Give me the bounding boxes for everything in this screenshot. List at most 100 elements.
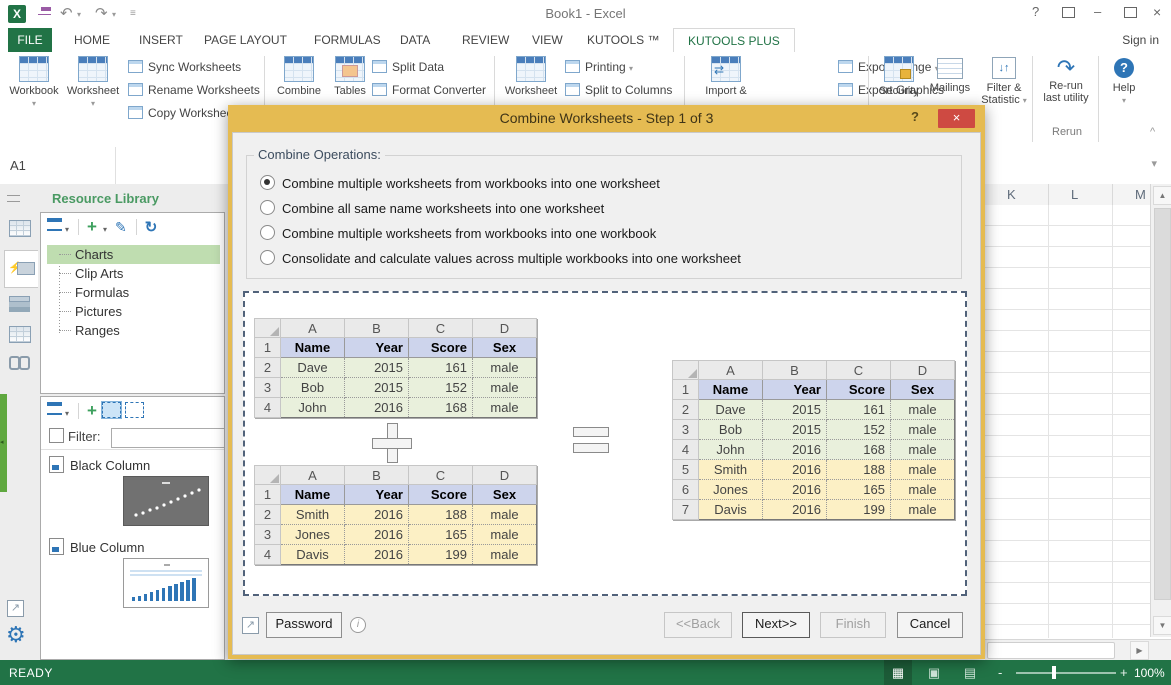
menu-icon[interactable]	[47, 402, 62, 415]
ribbon-rename-worksheets-button[interactable]: Rename Worksheets	[128, 80, 260, 100]
dropdown-arrow-icon[interactable]: ▾	[65, 225, 69, 234]
ribbon-filter-statistic-button[interactable]: ↓↑ Filter & Statistic ▾	[978, 56, 1030, 106]
sheet-grid[interactable]	[985, 205, 1150, 638]
blue-column-thumbnail[interactable]	[123, 558, 209, 608]
tab-view[interactable]: VIEW	[526, 28, 569, 52]
scroll-down-icon[interactable]: ▼	[1153, 616, 1171, 635]
option-combine-into-one-workbook[interactable]: Combine multiple worksheets from workboo…	[260, 225, 656, 241]
edit-icon[interactable]: ✎	[115, 219, 127, 235]
list-item-blue-column[interactable]: Blue Column	[49, 538, 144, 556]
tab-kutools-plus[interactable]: KUTOOLS PLUS	[673, 28, 795, 53]
ribbon-help-button[interactable]: ? Help ▾	[1102, 56, 1146, 106]
resource-library-tab[interactable]: ⚡	[4, 250, 38, 288]
add-icon[interactable]: +	[87, 217, 97, 236]
dropdown-arrow-icon[interactable]: ▾	[65, 409, 69, 418]
radio-icon[interactable]	[260, 200, 275, 215]
horizontal-scrollbar[interactable]: ▶	[985, 639, 1171, 660]
name-box[interactable]: A1	[0, 147, 116, 184]
tab-home[interactable]: HOME	[68, 28, 116, 52]
tab-kutools[interactable]: KUTOOLS ™	[581, 28, 665, 52]
settings-gear-icon[interactable]: ⚙	[6, 622, 26, 648]
ribbon-workbook-button[interactable]: Workbook ▾	[6, 56, 62, 109]
tree-item-formulas[interactable]: Formulas	[47, 283, 220, 302]
zoom-level[interactable]: 100%	[1134, 666, 1165, 680]
next-button[interactable]: Next>>	[742, 612, 810, 638]
ribbon-format-converter-button[interactable]: Format Converter	[372, 80, 486, 100]
radio-selected-icon[interactable]	[260, 175, 275, 190]
zoom-in-button[interactable]: +	[1120, 665, 1128, 680]
tab-file[interactable]: FILE	[8, 28, 52, 52]
ribbon-rerun-button[interactable]: ↷ Re-run last utility	[1036, 56, 1096, 105]
tree-item-ranges[interactable]: Ranges	[47, 321, 220, 340]
scroll-right-icon[interactable]: ▶	[1130, 641, 1149, 660]
option-combine-into-one-worksheet[interactable]: Combine multiple worksheets from workboo…	[260, 175, 660, 191]
tab-formulas[interactable]: FORMULAS	[308, 28, 387, 52]
ribbon-tables-button[interactable]: Tables	[328, 56, 372, 97]
filter-input[interactable]	[111, 428, 225, 448]
filter-checkbox[interactable]	[49, 428, 64, 443]
popout-pane-icon[interactable]: ↗	[7, 598, 24, 617]
zoom-slider-thumb[interactable]	[1052, 666, 1056, 679]
tab-page-layout[interactable]: PAGE LAYOUT	[198, 28, 293, 52]
ribbon-sync-worksheets-button[interactable]: Sync Worksheets	[128, 57, 241, 77]
ribbon-split-to-columns-button[interactable]: Split to Columns	[565, 80, 672, 100]
column-header-m[interactable]: M	[1135, 187, 1146, 202]
zoom-out-button[interactable]: -	[998, 665, 1002, 680]
worksheet-pane-icon[interactable]	[9, 220, 31, 237]
black-column-thumbnail[interactable]	[123, 476, 209, 526]
dialog-close-button[interactable]: ×	[938, 109, 975, 128]
dialog-title[interactable]: Combine Worksheets - Step 1 of 3	[228, 105, 985, 132]
ribbon-combine-button[interactable]: Combine	[272, 56, 326, 97]
insert-as-picture-icon[interactable]	[124, 402, 144, 418]
ribbon-split-data-button[interactable]: Split Data	[372, 57, 444, 77]
tab-insert[interactable]: INSERT	[133, 28, 189, 52]
ribbon-import-export-button[interactable]: ⇄ Import &	[695, 56, 757, 97]
column-header-k[interactable]: K	[1007, 187, 1016, 202]
tree-item-charts[interactable]: Charts	[47, 245, 220, 264]
layers-icon[interactable]	[9, 296, 30, 302]
option-consolidate-values[interactable]: Consolidate and calculate values across …	[260, 250, 741, 266]
vertical-scrollbar[interactable]: ▲ ▼	[1150, 184, 1171, 637]
list-item-black-column[interactable]: Black Column	[49, 456, 150, 474]
password-button[interactable]: Password	[266, 612, 342, 638]
tab-review[interactable]: REVIEW	[456, 28, 515, 52]
insert-resource-icon[interactable]	[100, 401, 122, 419]
collapsed-pane-bar[interactable]: ◂	[0, 394, 7, 492]
ribbon-security-button[interactable]: Security	[874, 56, 924, 97]
dropdown-arrow-icon[interactable]: ▾	[103, 225, 107, 234]
ribbon-copy-worksheets-button[interactable]: Copy Worksheets	[128, 103, 242, 123]
column-header-l[interactable]: L	[1071, 187, 1078, 202]
minimize-button[interactable]: –	[1094, 4, 1101, 19]
collapse-ribbon-icon[interactable]: ^	[1150, 126, 1155, 138]
binoculars-icon[interactable]	[9, 356, 30, 370]
dialog-help-icon[interactable]: ?	[911, 109, 919, 124]
add-icon[interactable]: +	[87, 401, 97, 420]
page-break-view-icon[interactable]: ▤	[956, 660, 984, 685]
ribbon-display-options-icon[interactable]	[1062, 6, 1075, 21]
radio-icon[interactable]	[260, 250, 275, 265]
radio-icon[interactable]	[260, 225, 275, 240]
cancel-button[interactable]: Cancel	[897, 612, 963, 638]
ribbon-mailings-button[interactable]: Mailings	[924, 56, 976, 94]
ribbon-printing-button[interactable]: Printing ▾	[565, 57, 633, 77]
zoom-slider-track[interactable]	[1016, 672, 1116, 674]
horizontal-scroll-thumb[interactable]	[987, 642, 1115, 659]
info-icon[interactable]: i	[350, 617, 366, 633]
option-same-name-worksheets[interactable]: Combine all same name worksheets into on…	[260, 200, 604, 216]
ribbon-worksheet-design-button[interactable]: Worksheet	[502, 56, 560, 97]
column-headers[interactable]: K L M	[985, 184, 1150, 206]
formula-bar-expand-icon[interactable]: ▾	[1151, 157, 1157, 170]
help-button[interactable]: ?	[1032, 4, 1039, 19]
popout-icon[interactable]: ↗	[242, 615, 259, 634]
grid-pane-icon[interactable]	[9, 326, 31, 343]
normal-view-icon[interactable]: ▦	[884, 660, 912, 685]
vertical-scroll-thumb[interactable]	[1154, 208, 1171, 600]
page-layout-view-icon[interactable]: ▣	[920, 660, 948, 685]
menu-icon[interactable]	[47, 218, 62, 231]
ribbon-worksheet-button[interactable]: Worksheet ▾	[64, 56, 122, 109]
sign-in-link[interactable]: Sign in	[1122, 28, 1159, 52]
scroll-up-icon[interactable]: ▲	[1153, 186, 1171, 205]
tree-item-clip-arts[interactable]: Clip Arts	[47, 264, 220, 283]
tree-item-pictures[interactable]: Pictures	[47, 302, 220, 321]
close-button[interactable]: ×	[1153, 4, 1161, 20]
